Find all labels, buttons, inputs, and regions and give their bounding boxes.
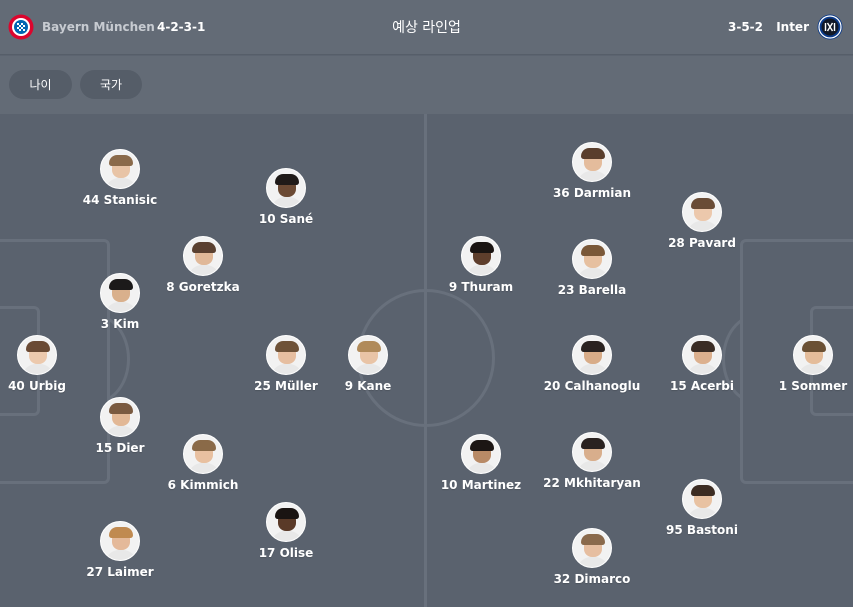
player-photo <box>682 192 722 232</box>
player-photo <box>100 149 140 189</box>
player-away-15-acerbi[interactable]: 15 Acerbi <box>642 335 762 393</box>
player-name: 95 Bastoni <box>666 523 738 537</box>
player-photo <box>572 432 612 472</box>
inter-crest-icon <box>817 14 843 40</box>
player-photo <box>793 335 833 375</box>
away-team[interactable]: Inter <box>776 14 843 40</box>
player-away-36-darmian[interactable]: 36 Darmian <box>532 142 652 200</box>
player-photo <box>17 335 57 375</box>
player-photo <box>100 273 140 313</box>
player-name: 3 Kim <box>100 317 140 331</box>
player-home-44-stanisic[interactable]: 44 Stanisic <box>60 149 180 207</box>
player-away-10-martinez[interactable]: 10 Martinez <box>421 434 541 492</box>
player-away-1-sommer[interactable]: 1 Sommer <box>753 335 853 393</box>
player-home-17-olise[interactable]: 17 Olise <box>226 502 346 560</box>
player-away-28-pavard[interactable]: 28 Pavard <box>642 192 762 250</box>
player-away-20-calhanoglu[interactable]: 20 Calhanoglu <box>532 335 652 393</box>
player-home-3-kim[interactable]: 3 Kim <box>60 273 180 331</box>
player-photo <box>572 528 612 568</box>
player-photo <box>266 502 306 542</box>
away-formation: 3-5-2 <box>728 20 764 34</box>
player-name: 17 Olise <box>258 546 314 560</box>
player-home-6-kimmich[interactable]: 6 Kimmich <box>143 434 263 492</box>
player-home-40-urbig[interactable]: 40 Urbig <box>0 335 97 393</box>
player-photo <box>266 168 306 208</box>
lineup-header: Bayern München 4-2-3-1 예상 라인업 3-5-2 Inte… <box>0 0 853 55</box>
player-away-32-dimarco[interactable]: 32 Dimarco <box>532 528 652 586</box>
player-photo <box>100 521 140 561</box>
player-away-22-mkhitaryan[interactable]: 22 Mkhitaryan <box>532 432 652 490</box>
player-name: 9 Thuram <box>448 280 514 294</box>
player-name: 1 Sommer <box>778 379 848 393</box>
player-photo <box>572 142 612 182</box>
player-away-9-thuram[interactable]: 9 Thuram <box>421 236 541 294</box>
player-name: 27 Laimer <box>86 565 154 579</box>
player-away-95-bastoni[interactable]: 95 Bastoni <box>642 479 762 537</box>
player-name: 20 Calhanoglu <box>543 379 641 393</box>
player-name: 36 Darmian <box>552 186 632 200</box>
player-name: 6 Kimmich <box>167 478 239 492</box>
player-name: 28 Pavard <box>668 236 736 250</box>
player-photo <box>682 479 722 519</box>
player-photo <box>572 335 612 375</box>
player-home-9-kane[interactable]: 9 Kane <box>308 335 428 393</box>
player-photo <box>682 335 722 375</box>
player-name: 22 Mkhitaryan <box>543 476 641 490</box>
player-name: 10 Martinez <box>440 478 522 492</box>
player-photo <box>461 236 501 276</box>
filter-age-button[interactable]: 나이 <box>9 70 72 99</box>
player-name: 40 Urbig <box>8 379 66 393</box>
player-photo <box>461 434 501 474</box>
player-home-27-laimer[interactable]: 27 Laimer <box>60 521 180 579</box>
player-name: 10 Sané <box>258 212 314 226</box>
filter-bar: 나이 국가 <box>0 56 853 114</box>
player-name: 44 Stanisic <box>82 193 158 207</box>
pitch: 44 Stanisic 10 Sané 8 Goretzka 3 Kim 40 Urbi… <box>0 114 853 607</box>
player-photo <box>183 236 223 276</box>
player-photo <box>183 434 223 474</box>
player-photo <box>100 397 140 437</box>
player-away-23-barella[interactable]: 23 Barella <box>532 239 652 297</box>
filter-country-button[interactable]: 국가 <box>80 70 142 99</box>
player-name: 9 Kane <box>344 379 392 393</box>
player-name: 15 Acerbi <box>669 379 735 393</box>
away-team-name: Inter <box>776 20 809 34</box>
player-name: 32 Dimarco <box>553 572 631 586</box>
player-home-10-san[interactable]: 10 Sané <box>226 168 346 226</box>
player-photo <box>266 335 306 375</box>
page-title: 예상 라인업 <box>392 20 461 36</box>
player-name: 23 Barella <box>557 283 627 297</box>
player-photo <box>572 239 612 279</box>
player-name: 15 Dier <box>95 441 145 455</box>
player-photo <box>348 335 388 375</box>
